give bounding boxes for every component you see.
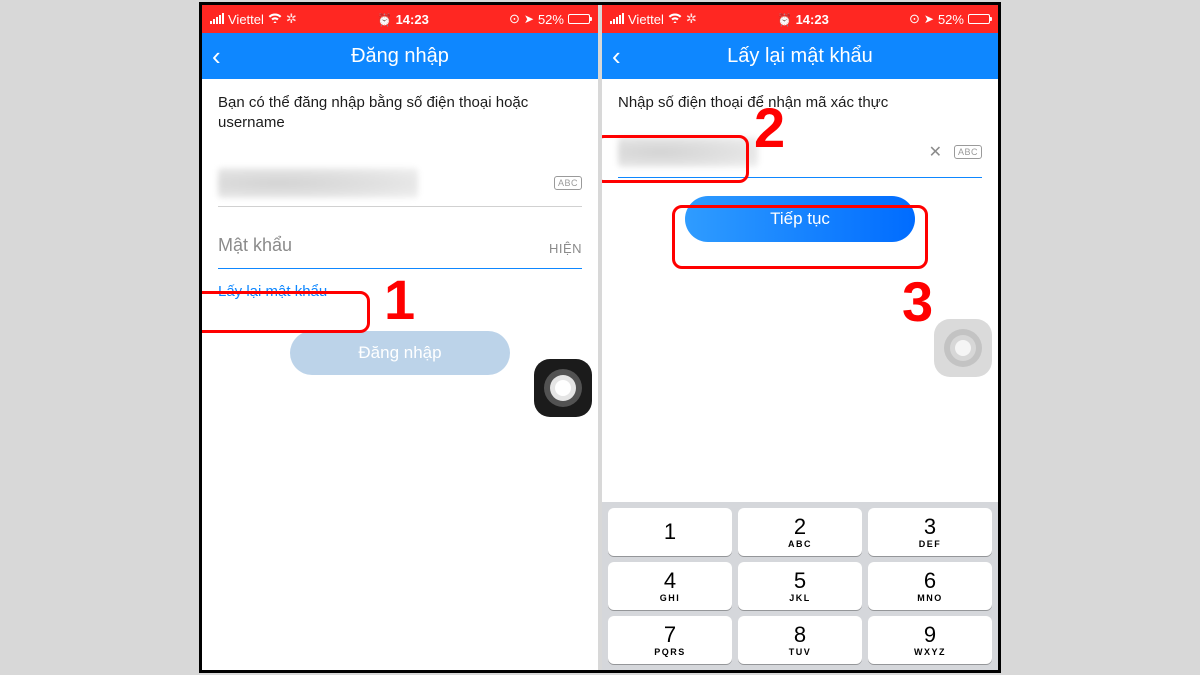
instruction-text: Nhập số điện thoại để nhận mã xác thực xyxy=(618,93,982,113)
keypad-digit: 5 xyxy=(794,570,806,592)
keypad-key-3[interactable]: 3DEF xyxy=(868,508,992,556)
keypad-key-4[interactable]: 4GHI xyxy=(608,562,732,610)
nav-header: ‹ Lấy lại mật khẩu xyxy=(602,33,998,79)
battery-icon xyxy=(568,14,590,24)
keypad-letters: JKL xyxy=(789,593,811,603)
keypad-key-2[interactable]: 2ABC xyxy=(738,508,862,556)
keypad-digit: 7 xyxy=(664,624,676,646)
carrier-name: Viettel xyxy=(228,12,264,27)
status-bar: Viettel ✲ ⏰ 14:23 ⊙ ➤ 52% xyxy=(202,5,598,33)
instruction-text: Bạn có thể đăng nhập bằng số điện thoại … xyxy=(218,93,582,134)
keypad-key-5[interactable]: 5JKL xyxy=(738,562,862,610)
keypad-digit: 9 xyxy=(924,624,936,646)
alarm-icon-2: ⊙ xyxy=(909,11,920,27)
clear-input-icon[interactable]: ✕ xyxy=(929,142,942,162)
divider xyxy=(218,268,582,269)
back-icon[interactable]: ‹ xyxy=(612,43,636,69)
nav-header: ‹ Đăng nhập xyxy=(202,33,598,79)
keypad-key-1[interactable]: 1 xyxy=(608,508,732,556)
keypad-digit: 3 xyxy=(924,516,936,538)
password-field[interactable]: Mật khẩu HIỆN xyxy=(218,235,582,262)
keypad-letters: WXYZ xyxy=(914,647,946,657)
abc-keyboard-icon[interactable]: ABC xyxy=(954,145,982,159)
keypad-letters: GHI xyxy=(660,593,681,603)
username-field-wrap: ABC xyxy=(218,168,582,198)
divider xyxy=(618,177,982,178)
battery-percent: 52% xyxy=(538,12,564,27)
screenshot-pair: Viettel ✲ ⏰ 14:23 ⊙ ➤ 52% ‹ Đăng nhập B xyxy=(202,5,998,670)
page-title: Lấy lại mật khẩu xyxy=(636,45,988,68)
phone-input[interactable] xyxy=(618,137,758,167)
extra-icon: ✲ xyxy=(286,11,297,27)
status-time: 14:23 xyxy=(796,12,829,27)
username-input[interactable] xyxy=(218,168,418,198)
location-icon: ➤ xyxy=(924,12,934,26)
abc-keyboard-icon[interactable]: ABC xyxy=(554,176,582,190)
assistive-touch-icon[interactable] xyxy=(934,319,992,377)
battery-icon xyxy=(968,14,990,24)
extra-icon: ✲ xyxy=(686,11,697,27)
assistive-touch-icon[interactable] xyxy=(534,359,592,417)
keypad-digit: 8 xyxy=(794,624,806,646)
keypad-digit: 2 xyxy=(794,516,806,538)
back-icon[interactable]: ‹ xyxy=(212,43,236,69)
keypad-key-9[interactable]: 9WXYZ xyxy=(868,616,992,664)
battery-percent: 52% xyxy=(938,12,964,27)
keypad-letters: MNO xyxy=(917,593,943,603)
location-icon: ➤ xyxy=(524,12,534,26)
carrier-name: Viettel xyxy=(628,12,664,27)
signal-icon xyxy=(210,14,224,24)
keypad-digit: 1 xyxy=(664,521,676,543)
keypad-key-6[interactable]: 6MNO xyxy=(868,562,992,610)
alarm-icon-2: ⊙ xyxy=(509,11,520,27)
annotation-number-3: 3 xyxy=(902,269,933,334)
keypad-letters: ABC xyxy=(788,539,812,549)
numeric-keypad: 12ABC3DEF4GHI5JKL6MNO7PQRS8TUV9WXYZ xyxy=(602,502,998,670)
wifi-icon xyxy=(268,12,282,26)
keypad-digit: 4 xyxy=(664,570,676,592)
keypad-digit: 6 xyxy=(924,570,936,592)
forgot-password-link[interactable]: Lấy lại mật khẩu xyxy=(218,283,327,300)
annotation-number-1: 1 xyxy=(384,267,415,332)
password-placeholder: Mật khẩu xyxy=(218,235,292,256)
signal-icon xyxy=(610,14,624,24)
phone-recover: Viettel ✲ ⏰ 14:23 ⊙ ➤ 52% ‹ Lấy lại mật … xyxy=(602,5,998,670)
alarm-icon: ⏰ xyxy=(777,13,792,27)
status-bar: Viettel ✲ ⏰ 14:23 ⊙ ➤ 52% xyxy=(602,5,998,33)
keypad-key-7[interactable]: 7PQRS xyxy=(608,616,732,664)
divider xyxy=(218,206,582,207)
keypad-letters: DEF xyxy=(919,539,942,549)
page-title: Đăng nhập xyxy=(236,45,588,68)
show-password-toggle[interactable]: HIỆN xyxy=(549,241,582,256)
keypad-letters: TUV xyxy=(789,647,812,657)
phone-field-wrap: ✕ ABC xyxy=(618,137,982,167)
login-button[interactable]: Đăng nhập xyxy=(290,331,510,375)
continue-button[interactable]: Tiếp tục xyxy=(685,196,915,242)
status-time: 14:23 xyxy=(396,12,429,27)
keypad-key-8[interactable]: 8TUV xyxy=(738,616,862,664)
keypad-letters: PQRS xyxy=(654,647,686,657)
phone-login: Viettel ✲ ⏰ 14:23 ⊙ ➤ 52% ‹ Đăng nhập B xyxy=(202,5,598,670)
alarm-icon: ⏰ xyxy=(377,13,392,27)
wifi-icon xyxy=(668,12,682,26)
